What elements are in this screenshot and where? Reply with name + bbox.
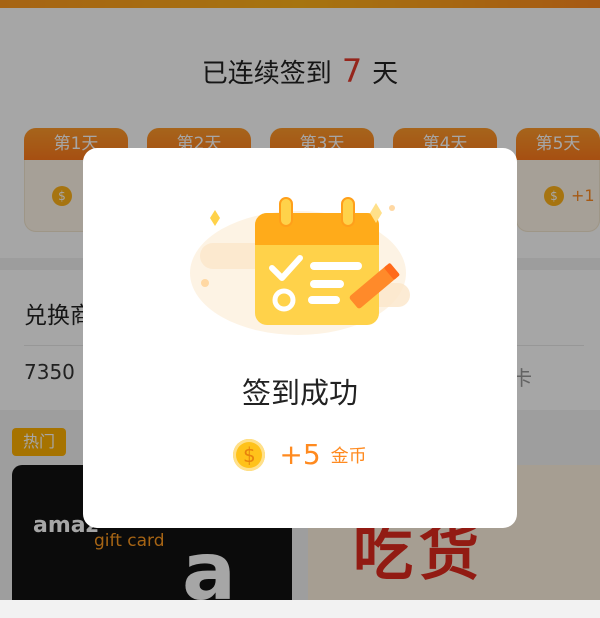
- checkin-success-dialog: 签到成功 $ +5 金币: [83, 148, 517, 528]
- reward-row: $ +5 金币: [83, 438, 517, 471]
- reward-unit: 金币: [330, 445, 367, 467]
- reward-amount: +5: [279, 438, 321, 471]
- calendar-checklist-icon: [190, 197, 410, 335]
- coin-icon: $: [233, 438, 266, 471]
- modal-title: 签到成功: [241, 376, 358, 410]
